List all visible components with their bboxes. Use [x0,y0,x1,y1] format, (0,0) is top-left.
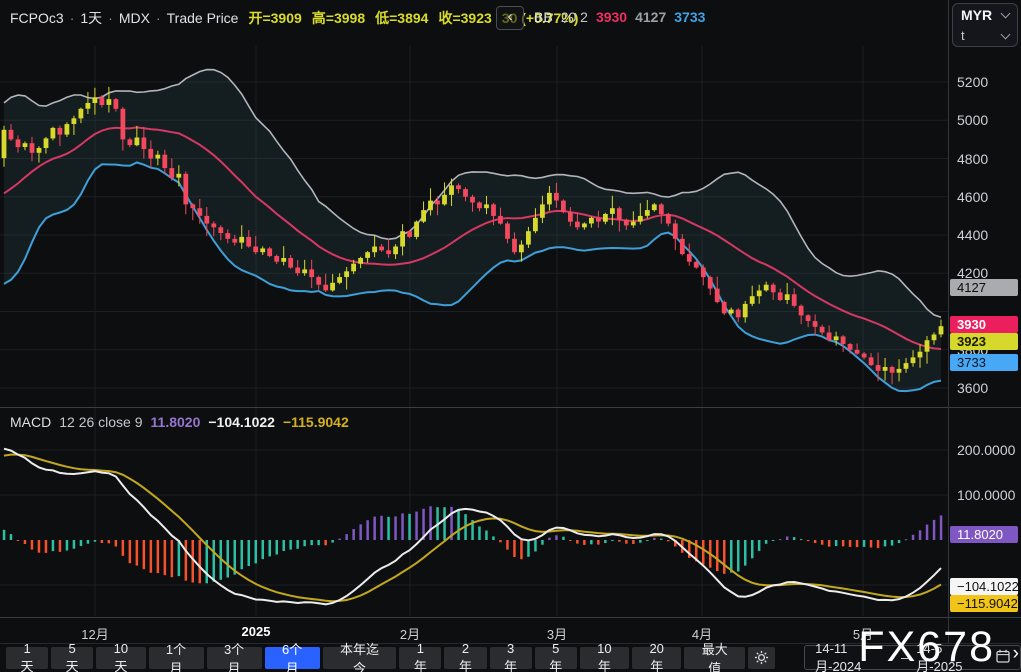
bollinger-legend: BB 20 2 3930 4127 3733 [534,9,705,25]
indicator-value: 11.8020 [151,414,201,430]
indicator-name: MACD [10,414,51,430]
ohlc-value: 收=3923 [438,8,491,28]
unit-label: t [961,28,965,43]
price-axis[interactable]: 52005000480046004400420038003600200.0000… [949,0,1021,643]
currency-unit-panel: MYR t [952,3,1018,47]
time-axis-label: 12月 [81,624,108,643]
collapse-legend-button[interactable]: ‹ [496,6,524,30]
chevron-down-icon [1001,8,1011,18]
chevron-right-icon[interactable]: › [1013,643,1019,665]
legend-title-part: FCPOc3 [10,10,64,26]
indicator-value: 4127 [635,9,666,25]
currency-label: MYR [961,7,992,23]
macd-legend: MACD 12 26 close 9 11.8020 −104.1022 −115.90… [10,414,349,430]
range-button-最大值[interactable]: 最大值 [684,647,745,669]
currency-select[interactable]: MYR [953,4,1017,25]
ohlc-value: 开=3909 [248,8,301,28]
price-tick-label: 4800 [957,150,988,168]
bollinger-bands [4,70,941,392]
chevron-down-icon [1001,29,1011,39]
range-button-2年[interactable]: 2年 [444,647,486,669]
legend-title-part: 1天 [80,8,102,28]
date-to: 14-5月-2025 [916,641,988,672]
range-button-1年[interactable]: 1年 [399,647,441,669]
legend-separator: · [156,10,161,26]
calendar-icon [996,649,1010,666]
unit-select[interactable]: t [953,25,1017,46]
legend-title-part: Trade Price [167,10,239,26]
range-button-5年[interactable]: 5年 [535,647,577,669]
macd-tick-label: 200.0000 [957,441,1015,459]
macd-plot [3,449,943,605]
price-label-badge: 3923 [950,333,1018,350]
price-label-badge: 3733 [950,354,1018,371]
price-label-badge: 11.8020 [950,526,1018,543]
range-button-3年[interactable]: 3年 [490,647,532,669]
range-button-10天[interactable]: 10天 [96,647,145,669]
indicator-value: 3733 [674,9,705,25]
trading-chart-app: FCPOc3 · 1天 · MDX · Trade Price 开=3909 高=3998 低=3… [0,0,1021,672]
date-range-picker[interactable]: 14-11月-2024–14-5月-2025 [804,645,1021,670]
indicator-value: −104.1022 [208,414,275,430]
range-button-1个月[interactable]: 1个月 [149,647,204,669]
indicator-value: −115.9042 [283,414,349,430]
range-toolbar: 1天5天10天1个月3个月6个月本年迄今1年2年3年5年10年20年最大值 14-… [0,643,1021,672]
range-button-6个月[interactable]: 6个月 [265,647,320,669]
date-separator: – [901,650,908,665]
range-button-20年[interactable]: 20年 [632,647,681,669]
range-button-10年[interactable]: 10年 [580,647,629,669]
chart-canvas[interactable] [0,0,1021,672]
price-tick-label: 5200 [957,73,988,91]
range-button-本年迄今[interactable]: 本年迄今 [323,647,397,669]
range-button-5天[interactable]: 5天 [51,647,93,669]
indicator-value: 3930 [596,9,627,25]
indicator-name: BB [534,9,553,25]
date-from: 14-11月-2024 [815,641,893,672]
settings-gear-button[interactable] [748,647,775,669]
price-tick-label: 4400 [957,226,988,244]
chevron-left-icon: ‹ [508,8,513,25]
symbol-legend: FCPOc3 · 1天 · MDX · Trade Price 开=3909 高=3998 低=3… [10,8,578,28]
price-label-badge: 4127 [950,279,1018,296]
time-axis-label: 2025 [242,624,271,639]
price-tick-label: 5000 [957,111,988,129]
macd-tick-label: 100.0000 [957,486,1015,504]
price-tick-label: 3600 [957,379,988,397]
legend-separator: · [70,10,75,26]
ohlc-value: 低=3894 [375,8,428,28]
gear-icon [754,650,769,665]
legend-title-part: MDX [119,10,150,26]
price-label-badge: 3930 [950,316,1018,333]
price-label-badge: −115.9042 [950,595,1018,612]
price-tick-label: 4600 [957,188,988,206]
range-button-1天[interactable]: 1天 [6,647,48,669]
indicator-params: 12 26 close 9 [59,414,142,430]
indicator-params: 20 2 [561,9,588,25]
range-button-3个月[interactable]: 3个月 [207,647,262,669]
ohlc-value: 高=3998 [312,8,365,28]
price-label-badge: −104.1022 [950,578,1018,595]
legend-separator: · [108,10,113,26]
